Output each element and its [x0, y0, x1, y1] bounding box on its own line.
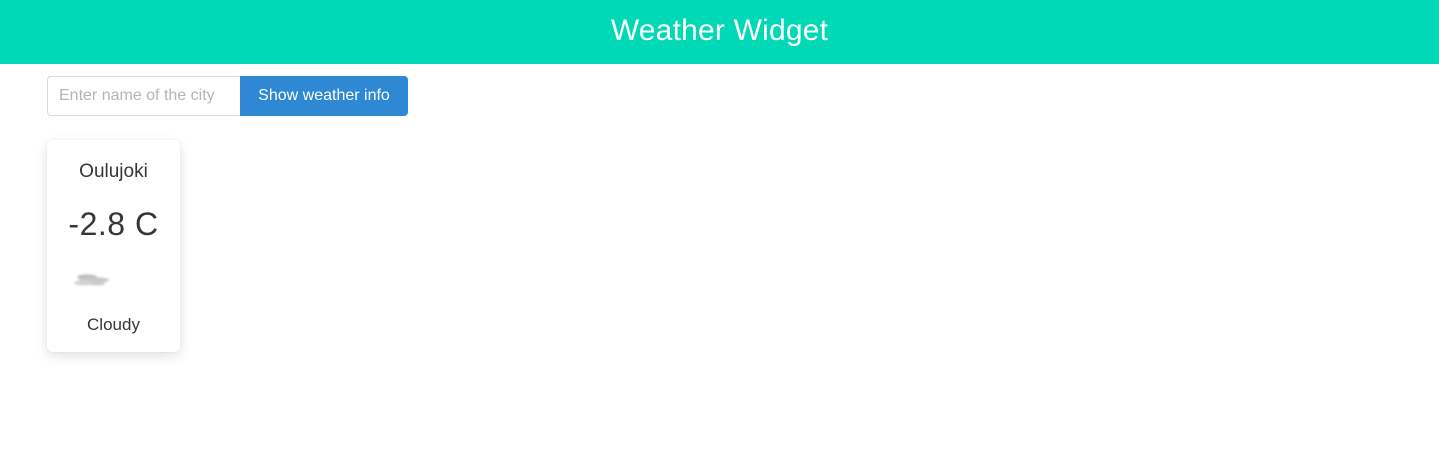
weather-condition: Cloudy [87, 315, 140, 334]
weather-card: Oulujoki -2.8 C Cloudy [47, 140, 180, 352]
city-search-form: Show weather info [47, 76, 408, 116]
app-header: Weather Widget [0, 0, 1439, 64]
page-title: Weather Widget [610, 14, 829, 47]
temperature-value: -2.8 C [68, 206, 159, 242]
city-name: Oulujoki [79, 161, 148, 182]
show-weather-button[interactable]: Show weather info [240, 76, 408, 116]
city-input[interactable] [47, 76, 240, 116]
cloudy-icon [70, 268, 112, 292]
